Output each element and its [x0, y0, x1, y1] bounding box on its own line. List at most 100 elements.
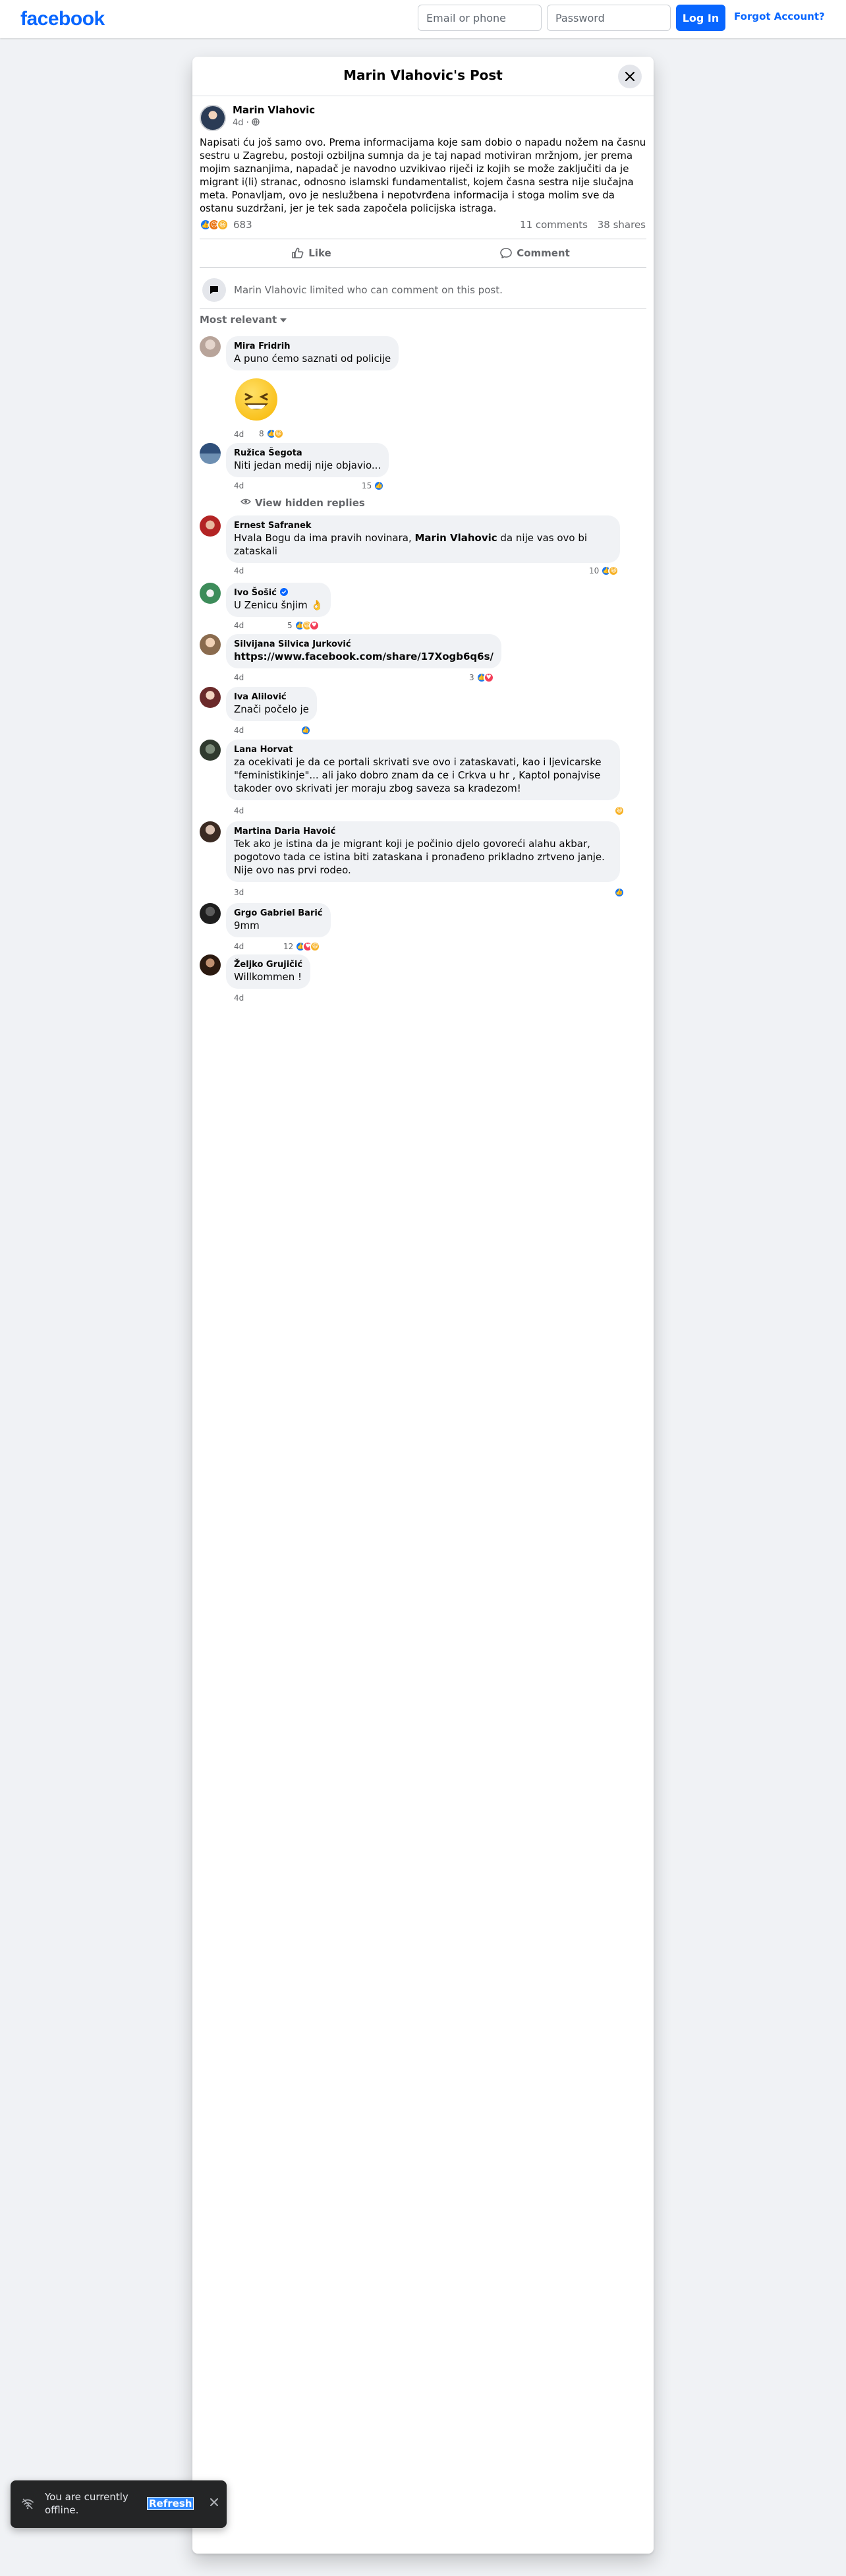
comment-reactions[interactable]: 10 👍 😆 [589, 566, 619, 576]
comment-reactions[interactable]: 12 👍 ♥ 😆 [283, 941, 321, 952]
comment-text: Tek ako je istina da je migrant koji je … [234, 838, 605, 876]
password-input[interactable]: Password [547, 5, 671, 31]
commenter-avatar[interactable] [200, 583, 221, 604]
commenter-name[interactable]: Silvijana Silvica Jurković [234, 639, 494, 650]
post-author-avatar[interactable] [200, 105, 226, 131]
comment-icon [500, 248, 512, 258]
commenter-name[interactable]: Ernest Safranek [234, 521, 612, 531]
email-input[interactable]: Email or phone [418, 5, 542, 31]
commenter-avatar[interactable] [200, 903, 221, 924]
thumbs-up-icon [292, 247, 304, 258]
reaction-count: 10 [589, 566, 600, 575]
comment-time[interactable]: 3d [234, 888, 244, 897]
commenter-avatar[interactable] [200, 740, 221, 761]
comment-time[interactable]: 4d [234, 942, 244, 951]
comment-text: Willkommen ! [234, 971, 302, 983]
post-dialog: Marin Vlahovic's Post Marin Vlahovic 4d … [192, 57, 654, 2554]
forgot-account-link[interactable]: Forgot Account? [734, 11, 825, 22]
comment-text: A puno ćemo saznati od policije [234, 353, 391, 365]
commenter-name-text: Ivo Šošić [234, 588, 277, 598]
comment-item: Lana Horvat za ocekivati je da ce portal… [200, 740, 646, 805]
limited-text: Marin Vlahovic limited who can comment o… [234, 283, 503, 296]
commenter-name[interactable]: Iva Alilović [234, 692, 309, 703]
comment-text: U Zenicu šnjim 👌 [234, 599, 323, 612]
commenter-name[interactable]: Lana Horvat [234, 745, 612, 755]
comment-item: Mira Fridrih A puno ćemo saznati od poli… [200, 336, 646, 439]
like-label: Like [308, 247, 331, 259]
grinning-squint-emoji-sticker [235, 378, 277, 421]
comment-time[interactable]: 4d [234, 481, 244, 490]
comment-bubble: Ivo Šošić U Zenicu šnjim 👌 [226, 583, 331, 617]
commenter-avatar[interactable] [200, 515, 221, 537]
haha-reaction-icon: 😆 [273, 428, 284, 439]
eye-icon [240, 498, 251, 508]
post-author-name[interactable]: Marin Vlahovic [233, 104, 315, 116]
comment-link[interactable]: https://www.facebook.com/share/17Xogb6q6… [234, 650, 494, 663]
comment-reactions[interactable]: 😆 [614, 805, 625, 816]
like-button[interactable]: Like [200, 239, 423, 267]
refresh-button[interactable]: Refresh [146, 2497, 194, 2510]
comment-bubble: Silvijana Silvica Jurković https://www.f… [226, 634, 502, 668]
close-icon[interactable] [210, 2496, 219, 2510]
comment-reactions[interactable]: 15 👍 [362, 481, 385, 491]
reaction-count: 3 [469, 673, 474, 682]
comment-time[interactable]: 4d [234, 430, 244, 439]
comment-time[interactable]: 4d [234, 993, 244, 1003]
commenter-name[interactable]: Željko Grujičić [234, 960, 302, 970]
comment-time[interactable]: 4d [234, 673, 244, 682]
comment-text: Hvala Bogu da ima pravih novinara, Marin… [234, 531, 612, 558]
commenter-name[interactable]: Ivo Šošić [234, 588, 323, 599]
reaction-count[interactable]: 683 [233, 219, 252, 231]
commenter-avatar[interactable] [200, 821, 221, 842]
post-action-bar: Like Comment [200, 239, 646, 268]
comment-text: za ocekivati je da ce portali skrivati s… [234, 756, 602, 794]
comment-item: Ernest Safranek Hvala Bogu da ima pravih… [200, 515, 646, 581]
shares-count[interactable]: 38 shares [598, 219, 646, 231]
view-hidden-replies-link[interactable]: View hidden replies [240, 497, 365, 509]
comment-bubble: Ernest Safranek Hvala Bogu da ima pravih… [226, 515, 620, 563]
comment-reactions[interactable]: 👍 [300, 725, 311, 736]
close-icon[interactable] [618, 65, 642, 88]
comment-time[interactable]: 4d [234, 726, 244, 735]
comment-reactions[interactable]: 3 👍 ♥ [469, 672, 494, 683]
commenter-name[interactable]: Ružica Šegota [234, 448, 381, 459]
comment-bubble: Mira Fridrih A puno ćemo saznati od poli… [226, 336, 399, 370]
comment-time[interactable]: 4d [234, 566, 244, 575]
commenter-avatar[interactable] [200, 954, 221, 976]
mentioned-user-link[interactable]: Marin Vlahovic [414, 532, 497, 544]
comment-button[interactable]: Comment [423, 239, 646, 267]
comments-count[interactable]: 11 comments [520, 219, 588, 231]
commenter-avatar[interactable] [200, 443, 221, 464]
post-time[interactable]: 4d · [233, 118, 249, 128]
comment-text-part: U Zenicu šnjim [234, 599, 308, 611]
comment-item: Iva Alilović Znači počelo je [200, 687, 646, 726]
comment-reactions[interactable]: 5 👍 😆 ♥ [287, 620, 320, 631]
comment-time[interactable]: 4d [234, 806, 244, 815]
comment-sort-dropdown[interactable]: Most relevant [200, 314, 287, 326]
comment-item: Martina Daria Havoić Tek ako je istina d… [200, 821, 646, 887]
speech-bubble-icon [202, 278, 226, 302]
commenter-avatar[interactable] [200, 336, 221, 357]
comment-bubble: Martina Daria Havoić Tek ako je istina d… [226, 821, 620, 882]
sort-label: Most relevant [200, 314, 277, 326]
post-reactions[interactable]: 👍 😠 😆 683 [200, 219, 252, 231]
facebook-logo[interactable]: facebook [20, 8, 105, 30]
commenter-name[interactable]: Grgo Gabriel Barić [234, 908, 323, 919]
commenter-avatar[interactable] [200, 687, 221, 708]
post-stats: 11 comments 38 shares [513, 219, 646, 231]
comment-time[interactable]: 4d [234, 621, 244, 630]
commenter-name[interactable]: Mira Fridrih [234, 341, 391, 352]
like-reaction-icon: 👍 [614, 887, 625, 898]
ok-hand-emoji: 👌 [310, 599, 324, 611]
verified-badge-icon [279, 588, 288, 598]
commenter-avatar[interactable] [200, 634, 221, 655]
post-text: Napisati ću još samo ovo. Prema informac… [200, 136, 646, 214]
comment-bubble: Iva Alilović Znači počelo je [226, 687, 317, 721]
comment-reactions[interactable]: 👍 [614, 887, 625, 898]
reaction-count: 5 [287, 621, 293, 630]
login-button[interactable]: Log In [676, 5, 725, 31]
comment-reactions[interactable]: 8 👍 😆 [259, 428, 284, 439]
comment-item: Željko Grujičić Willkommen ! [200, 954, 646, 994]
commenter-name[interactable]: Martina Daria Havoić [234, 827, 612, 837]
dialog-title: Marin Vlahovic's Post [343, 67, 503, 83]
